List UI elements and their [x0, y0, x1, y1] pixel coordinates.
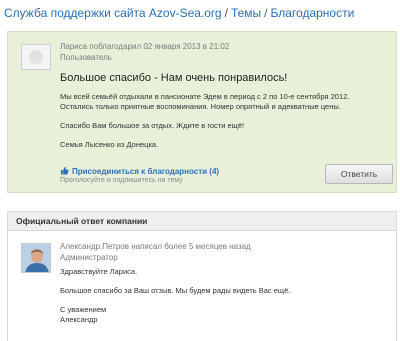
- breadcrumb: Служба поддержки сайта Azov-Sea.org / Темы…: [4, 6, 354, 20]
- post-paragraph: Семья Лысенко из Донецка.: [60, 140, 159, 149]
- breadcrumb-separator: /: [224, 6, 228, 20]
- breadcrumb-separator: /: [264, 6, 268, 20]
- answer-paragraph: Александр: [60, 315, 98, 324]
- answer-body: Здравствуйте Лариса. Большое спасибо за …: [60, 267, 380, 334]
- avatar: [21, 44, 51, 70]
- official-answer: Официальный ответ компании Александр.Пет…: [7, 211, 397, 341]
- thumbs-up-icon: [60, 166, 69, 175]
- post-meta: Лариса поблагодарил 02 января 2013 в 21:…: [60, 42, 230, 51]
- post-title: Большое спасибо - Нам очень понравилось!: [60, 72, 288, 84]
- breadcrumb-current[interactable]: Благодарности: [271, 6, 355, 20]
- answer-meta: Александр.Петров написал более 5 месяцев…: [60, 242, 251, 251]
- user-photo-icon: [22, 244, 50, 272]
- post-body: Мы всей семьёй отдыхали в пансионате Эде…: [60, 92, 380, 159]
- avatar-placeholder-icon: [29, 50, 43, 64]
- answer-paragraph: С уважением: [60, 305, 107, 314]
- avatar: [21, 243, 51, 273]
- author-role: Администратор: [60, 253, 118, 262]
- answer-paragraph: Здравствуйте Лариса.: [60, 267, 138, 276]
- breadcrumb-topics-link[interactable]: Темы: [231, 6, 261, 20]
- reply-button[interactable]: Ответить: [325, 164, 393, 184]
- post-paragraph: Спасибо Вам большое за отдых. Ждите в го…: [60, 121, 245, 130]
- official-answer-header: Официальный ответ компании: [8, 212, 396, 231]
- join-thanks-subtitle: Проголосуйте и подпишитесь на тему: [60, 177, 183, 184]
- join-thanks-link[interactable]: Присоединиться к благодарности (4): [60, 166, 219, 176]
- author-role: Пользователь: [60, 53, 112, 62]
- answer-paragraph: Большое спасибо за Ваш отзыв. Мы будем р…: [60, 286, 291, 295]
- post-paragraph: Мы всей семьёй отдыхали в пансионате Эде…: [60, 92, 350, 111]
- breadcrumb-site-link[interactable]: Служба поддержки сайта Azov-Sea.org: [4, 6, 222, 20]
- topic-post: Лариса поблагодарил 02 января 2013 в 21:…: [7, 31, 397, 193]
- join-thanks-label: Присоединиться к благодарности (4): [72, 167, 220, 176]
